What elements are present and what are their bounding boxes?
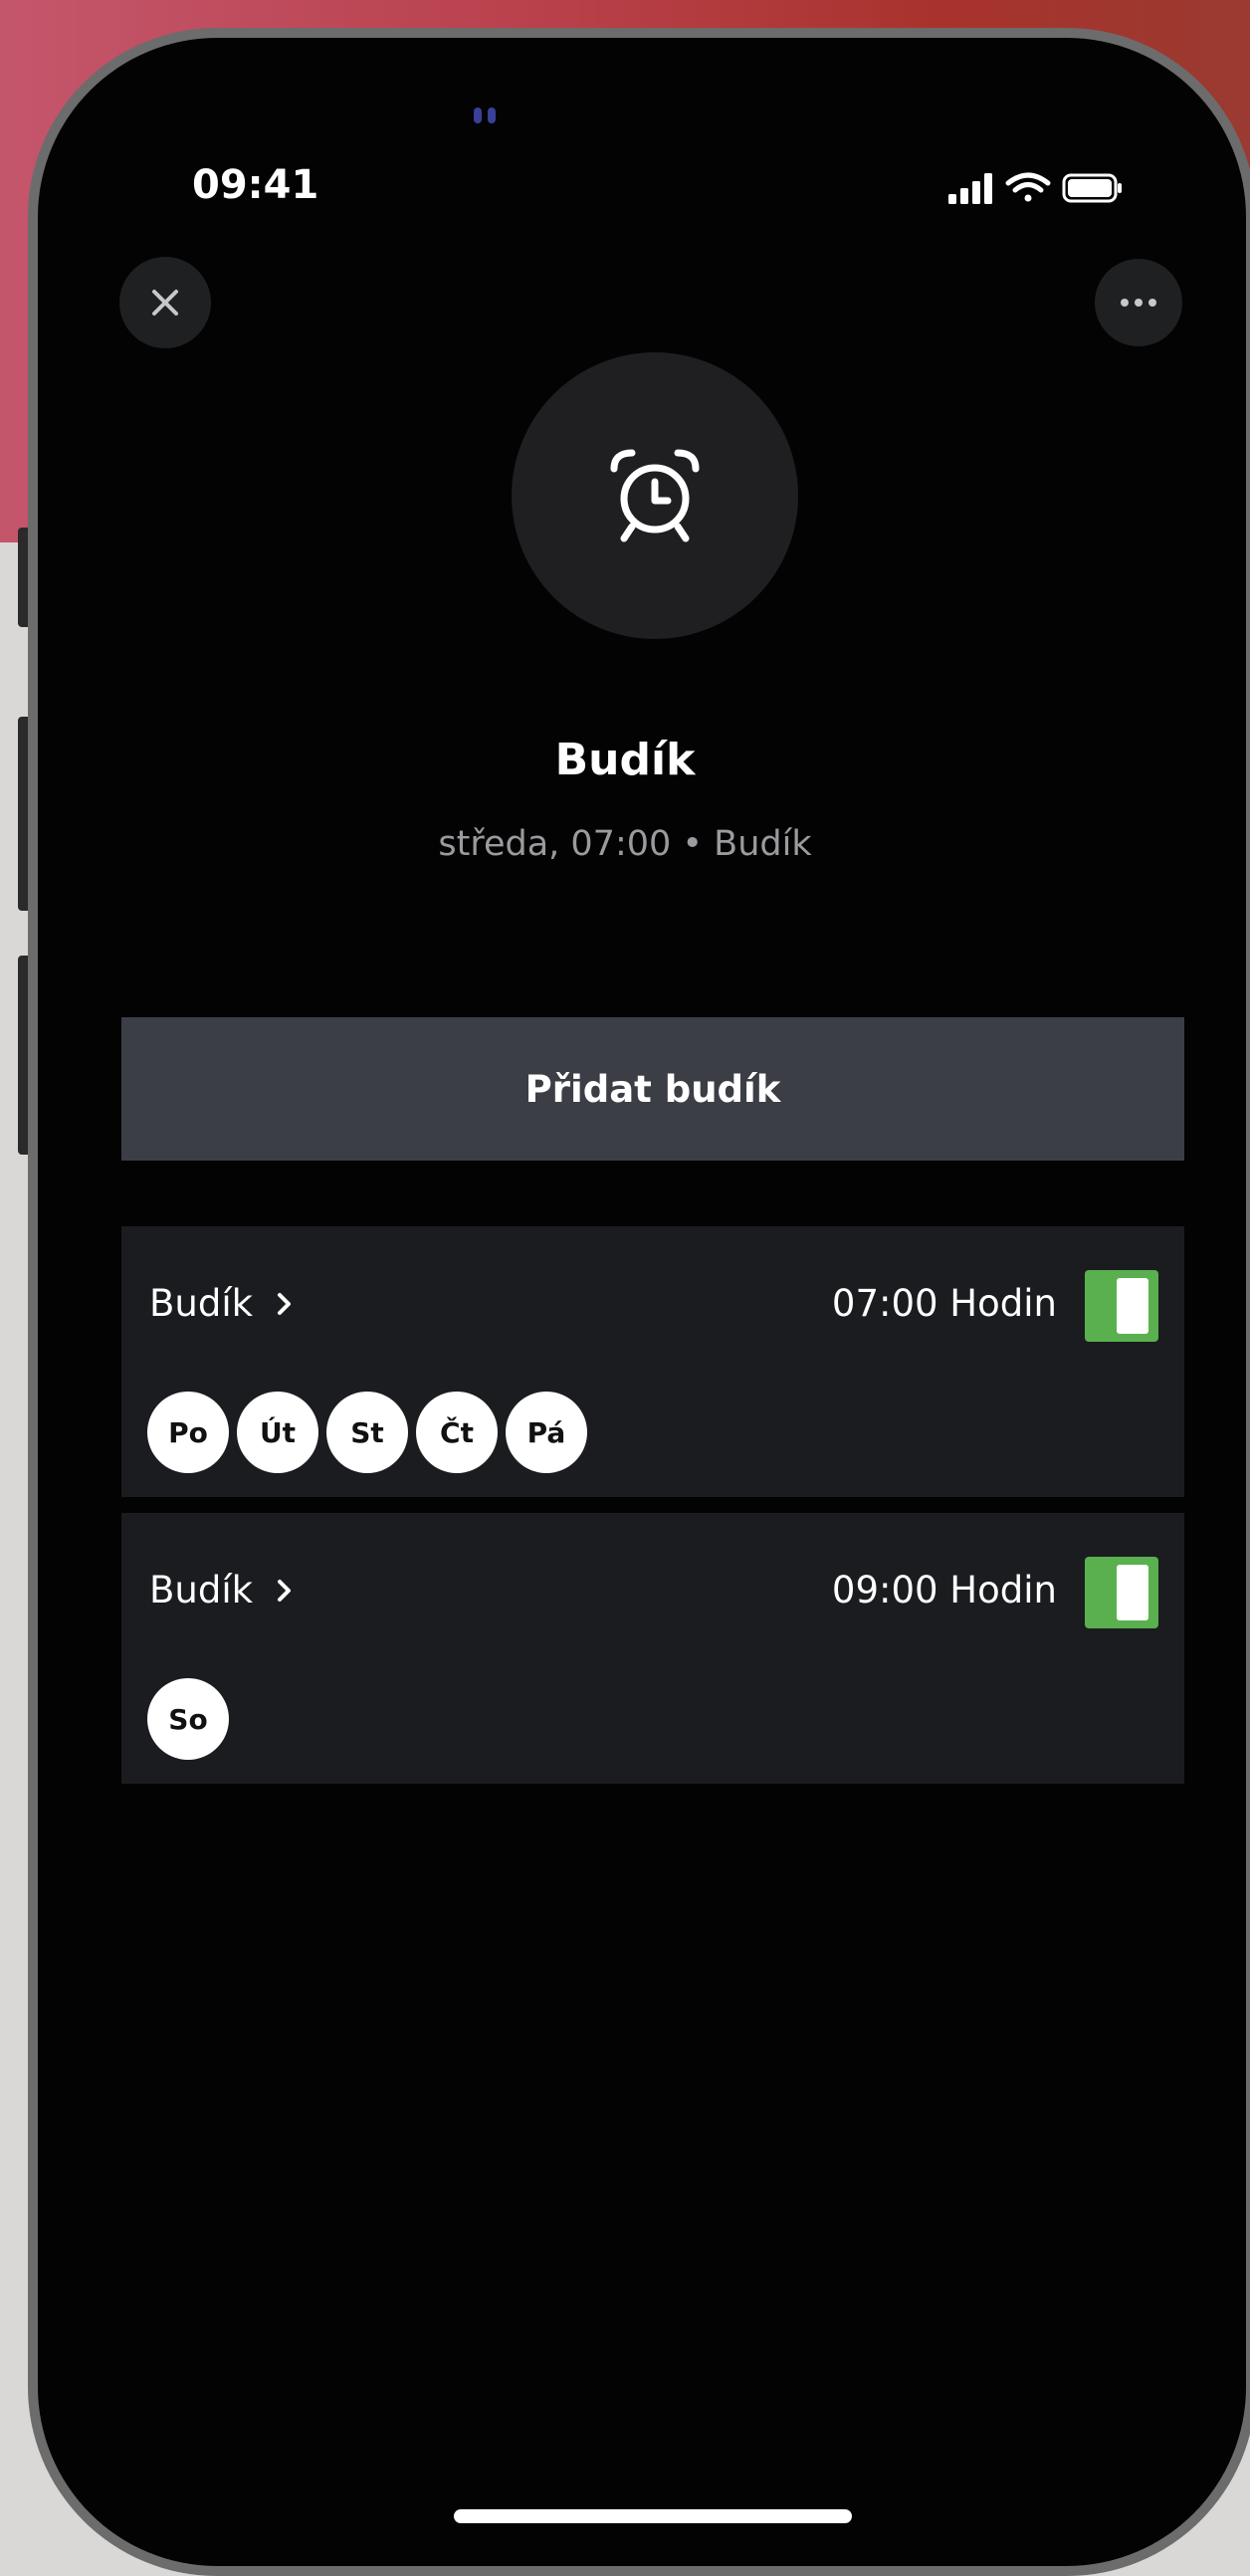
status-time: 09:41	[192, 162, 319, 208]
day-chip: So	[147, 1678, 229, 1760]
alarm-clock-icon	[610, 449, 700, 542]
alarm-toggle[interactable]	[1085, 1270, 1158, 1342]
more-horizontal-icon	[1121, 299, 1156, 307]
alarm-time: 07:00 Hodin	[831, 1282, 1057, 1325]
alarm-card[interactable]: Budík 07:00 Hodin Po Út St Čt Pá	[121, 1226, 1184, 1497]
day-chip: Čt	[416, 1392, 498, 1473]
chevron-right-icon	[278, 1579, 292, 1602]
alarm-toggle[interactable]	[1085, 1557, 1158, 1628]
status-icons	[948, 172, 1122, 204]
close-icon	[152, 290, 178, 316]
chevron-right-icon	[278, 1292, 292, 1315]
alarm-days: Po Út St Čt Pá	[147, 1392, 587, 1473]
day-chip: Út	[237, 1392, 318, 1473]
more-options-button[interactable]	[1095, 259, 1182, 346]
day-chip: Po	[147, 1392, 229, 1473]
page-title: Budík	[554, 735, 696, 785]
toggle-knob	[1117, 1565, 1148, 1620]
battery-icon	[1062, 173, 1122, 203]
camera-indicator	[488, 107, 496, 123]
add-alarm-button[interactable]: Přidat budík	[121, 1017, 1184, 1161]
day-chip: St	[326, 1392, 408, 1473]
alarm-name: Budík	[149, 1282, 254, 1325]
wifi-icon	[1005, 172, 1051, 202]
alarm-card[interactable]: Budík 09:00 Hodin So	[121, 1513, 1184, 1784]
toggle-knob	[1117, 1278, 1148, 1334]
alarm-name-link[interactable]: Budík	[149, 1282, 293, 1325]
alarm-name: Budík	[149, 1569, 254, 1611]
camera-indicator	[474, 107, 482, 123]
close-button[interactable]	[119, 257, 211, 348]
alarm-hero-icon-container	[512, 352, 798, 639]
alarm-time: 09:00 Hodin	[831, 1569, 1057, 1611]
phone-screen: 09:41 Budík středa, 07:00 • Budík Přidat…	[38, 38, 1246, 2566]
day-chip: Pá	[506, 1392, 587, 1473]
alarm-days: So	[147, 1678, 229, 1760]
home-indicator[interactable]	[454, 2509, 852, 2523]
cellular-signal-icon	[948, 173, 992, 204]
alarm-name-link[interactable]: Budík	[149, 1569, 293, 1611]
status-bar: 09:41	[38, 38, 1246, 208]
page-subtitle: středa, 07:00 • Budík	[438, 824, 812, 864]
